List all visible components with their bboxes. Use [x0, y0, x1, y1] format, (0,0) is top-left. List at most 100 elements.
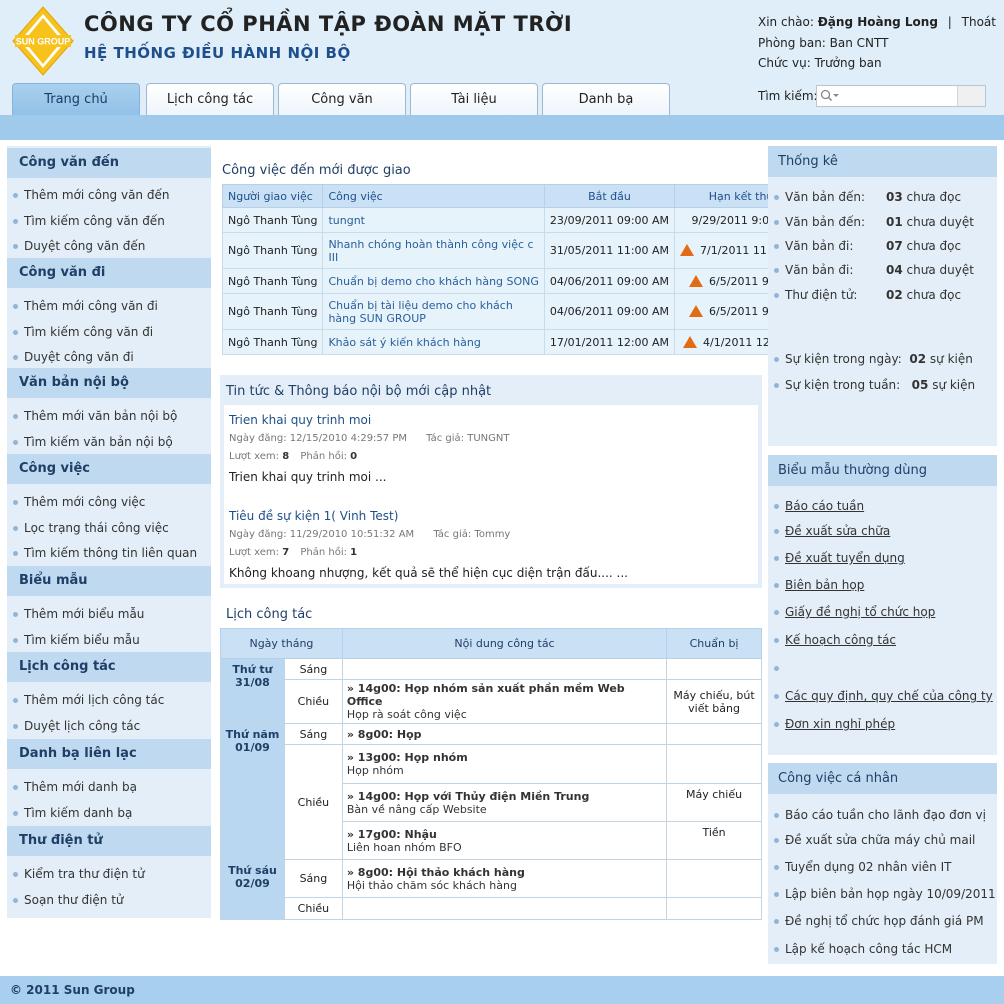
views-value: 8 — [282, 451, 290, 462]
logout-link[interactable]: Thoát — [962, 15, 996, 29]
sidebar-section-contacts: Danh bạ liên lạc — [7, 739, 211, 769]
sidebar-section-outgoing: Công văn đi — [7, 258, 211, 288]
table-row: Ngô Thanh Tùng Chuẩn bị demo cho khách h… — [221, 268, 815, 294]
news-title: Tin tức & Thông báo nội bộ mới cập nhật — [226, 384, 492, 399]
tab-files[interactable]: Tài liệu — [410, 83, 538, 115]
left-sidebar: Công văn đến Thêm mới công văn đến Tìm k… — [7, 146, 211, 918]
sidebar-item-approve-outgoing[interactable]: Duyệt công văn đi — [13, 350, 134, 364]
event-desc: Bàn về nâng cấp Website — [346, 802, 487, 816]
form-link[interactable]: Giấy đề nghị tổ chức họp — [774, 605, 935, 619]
sidebar-item-add-incoming[interactable]: Thêm mới công văn đến — [13, 188, 169, 202]
tasks-table: Người giao việc Công việc Bắt đầu Hạn kế… — [221, 184, 815, 355]
sidebar-item-filter-task[interactable]: Lọc trạng thái công việc — [13, 521, 169, 535]
date-label: Ngày đăng: — [229, 433, 287, 444]
stat-row[interactable]: Văn bản đến: 01 chưa duyệt — [774, 215, 974, 229]
personal-task-item[interactable]: Lập kế hoạch công tác HCM — [774, 942, 952, 956]
sidebar-item-add-outgoing[interactable]: Thêm mới công văn đi — [13, 299, 158, 313]
sidebar-item-compose-email[interactable]: Soạn thư điện tử — [13, 893, 124, 907]
sidebar-item-add-contact[interactable]: Thêm mới danh bạ — [13, 780, 137, 794]
search-button[interactable] — [957, 86, 985, 106]
day-name: Thứ sáu — [228, 864, 277, 877]
form-link[interactable]: Báo cáo tuần — [774, 499, 864, 513]
news-panel: Tin tức & Thông báo nội bộ mới cập nhật … — [220, 375, 762, 588]
tab-directory[interactable]: Danh bạ — [542, 83, 670, 115]
sidebar-item-search-internal[interactable]: Tìm kiếm văn bản nội bộ — [13, 435, 173, 449]
sidebar-item-search-contact[interactable]: Tìm kiếm danh bạ — [13, 806, 132, 820]
tasks-title: Công việc đến mới được giao — [222, 163, 411, 178]
day-cell: Thứ tư 31/08 — [220, 658, 285, 724]
form-link[interactable]: Đề xuất sửa chữa — [774, 524, 890, 538]
news-item-meta: Ngày đăng: 11/29/2010 10:51:32 AM Tác gi… — [229, 529, 510, 540]
user-info: Xin chào: Đặng Hoàng Long | Thoát Phòng … — [758, 12, 996, 74]
event-stat-row[interactable]: Sự kiện trong tuần: 05 sự kiện — [774, 378, 975, 392]
date-value: 11/29/2010 10:51:32 AM — [289, 529, 415, 540]
sidebar-item-check-email[interactable]: Kiểm tra thư điện tử — [13, 867, 145, 881]
event-stat-row[interactable]: Sự kiện trong ngày: 02 sự kiện — [774, 352, 973, 366]
form-link[interactable]: Kế hoạch công tác — [774, 633, 896, 647]
department-text: Phòng ban: Ban CNTT — [758, 35, 889, 50]
tab-schedule[interactable]: Lịch công tác — [146, 83, 274, 115]
column-header: Nội dung công tác — [341, 628, 668, 659]
task-link[interactable]: Chuẩn bị demo cho khách hàng SONG — [322, 268, 545, 294]
footer: © 2011 Sun Group — [0, 976, 1004, 1004]
sidebar-item-search-outgoing[interactable]: Tìm kiếm công văn đi — [13, 325, 153, 339]
warning-icon — [683, 335, 698, 348]
personal-task-item[interactable]: Đề nghị tổ chức họp đánh giá PM — [774, 914, 984, 928]
news-item-title[interactable]: Trien khai quy trinh moi — [229, 413, 371, 427]
sidebar-item-search-related[interactable]: Tìm kiếm thông tin liên quan — [13, 546, 197, 560]
prep-cell: Máy chiếu — [666, 783, 762, 822]
form-link[interactable]: Biên bản họp — [774, 578, 864, 592]
event-title[interactable]: » 13g00: Họp nhóm — [347, 751, 662, 764]
stat-row[interactable]: Văn bản đến: 03 chưa đọc — [774, 190, 961, 204]
position-text: Chức vụ: Trưởng ban — [758, 56, 882, 70]
search-input[interactable] — [816, 85, 986, 107]
sidebar-item-add-task[interactable]: Thêm mới công việc — [13, 495, 145, 509]
stat-row[interactable]: Thư điện tử: 02 chưa đọc — [774, 288, 961, 302]
form-link[interactable]: Đơn xin nghỉ phép — [774, 717, 895, 731]
task-link[interactable]: Chuẩn bị tài liệu demo cho khách hàng SU… — [322, 293, 545, 330]
user-name: Đặng Hoàng Long — [817, 15, 938, 29]
form-link[interactable]: Các quy định, quy chế của công ty — [774, 689, 993, 703]
form-link[interactable] — [774, 661, 785, 675]
table-row: Ngô Thanh Tùng Chuẩn bị tài liệu demo ch… — [221, 293, 815, 330]
news-item-title[interactable]: Tiêu đề sự kiện 1( Vinh Test) — [229, 509, 398, 523]
sidebar-item-search-form[interactable]: Tìm kiếm biểu mẫu — [13, 633, 140, 647]
personal-task-item[interactable]: Tuyển dụng 02 nhân viên IT — [774, 860, 951, 874]
sidebar-section-schedule: Lịch công tác — [7, 652, 211, 682]
author-label: Tác giả: — [433, 529, 472, 540]
search-icon — [820, 89, 839, 102]
sidebar-item-approve-schedule[interactable]: Duyệt lịch công tác — [13, 719, 140, 733]
task-link[interactable]: Nhanh chóng hoàn thành công việc c III — [322, 232, 545, 269]
personal-task-item[interactable]: Lập biên bản họp ngày 10/09/2011 — [774, 887, 996, 901]
form-link[interactable]: Đề xuất tuyển dụng — [774, 551, 905, 565]
tab-home[interactable]: Trang chủ — [12, 83, 140, 115]
stat-row[interactable]: Văn bản đi: 04 chưa duyệt — [774, 263, 974, 277]
task-link[interactable]: Khảo sát ý kiến khách hàng — [322, 329, 545, 355]
sidebar-item-approve-incoming[interactable]: Duyệt công văn đến — [13, 239, 145, 253]
search-label: Tìm kiếm: — [758, 89, 818, 103]
personal-tasks-title: Công việc cá nhân — [768, 763, 997, 794]
personal-task-item[interactable]: Báo cáo tuần cho lãnh đạo đơn vị — [774, 808, 986, 822]
day-date: 02/09 — [235, 877, 270, 890]
column-header: Chuẩn bị — [666, 628, 762, 659]
header-bar — [0, 115, 1004, 140]
event-title[interactable]: » 17g00: Nhậu — [347, 828, 662, 841]
sidebar-item-add-internal[interactable]: Thêm mới văn bản nội bộ — [13, 409, 177, 423]
event-title[interactable]: » 14g00: Họp nhóm sản xuất phần mềm Web … — [347, 682, 662, 708]
personal-task-item[interactable]: Đề xuất sửa chữa máy chủ mail — [774, 833, 975, 847]
sidebar-item-search-incoming[interactable]: Tìm kiếm công văn đến — [13, 214, 165, 228]
event-title[interactable]: » 8g00: Hội thảo khách hàng — [347, 866, 662, 879]
event-title[interactable]: » 8g00: Họp — [347, 728, 662, 741]
sidebar-item-add-form[interactable]: Thêm mới biểu mẫu — [13, 607, 144, 621]
greeting-label: Xin chào: — [758, 15, 814, 29]
day-date: 01/09 — [235, 741, 270, 754]
sidebar-item-add-schedule[interactable]: Thêm mới lịch công tác — [13, 693, 164, 707]
start-cell: 17/01/2011 12:00 AM — [543, 329, 676, 355]
task-link[interactable]: tungnt — [322, 207, 545, 233]
stats-panel: Thống kê Văn bản đến: 03 chưa đọc Văn bản… — [768, 146, 997, 446]
news-list: Trien khai quy trinh moi Ngày đăng: 12/1… — [224, 405, 758, 584]
table-row: Thứ năm 01/09 Sáng » 8g00: Họp — [220, 723, 762, 860]
event-title[interactable]: » 14g00: Họp với Thủy điện Miền Trung — [347, 790, 662, 803]
tab-documents[interactable]: Công văn — [278, 83, 406, 115]
stat-row[interactable]: Văn bản đi: 07 chưa đọc — [774, 239, 961, 253]
